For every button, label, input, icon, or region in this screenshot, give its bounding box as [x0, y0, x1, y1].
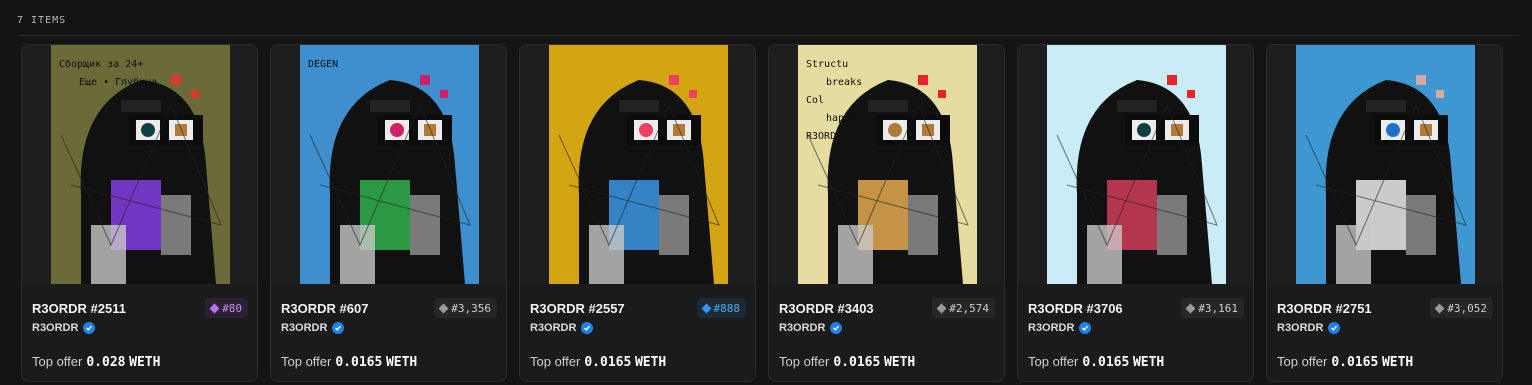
- top-offer-currency: WETH: [883, 355, 916, 370]
- diamond-icon: [1434, 303, 1445, 313]
- rarity-rank-value: #2,574: [949, 301, 989, 315]
- verified-check-icon: [1328, 322, 1341, 334]
- art-text: Еще • Глубина: [79, 76, 157, 88]
- rarity-rank-badge[interactable]: #2,574: [932, 298, 995, 318]
- top-offer-label: Top offer: [530, 354, 581, 369]
- nft-card[interactable]: Сборщик за 24+ Еще • Глубина R3ORDR #2511 #…: [21, 44, 258, 382]
- diamond-icon: [936, 303, 947, 313]
- top-offer-currency: WETH: [634, 355, 667, 370]
- collection-name: R3ORDR: [530, 322, 577, 334]
- rarity-rank-badge[interactable]: #80: [205, 298, 248, 318]
- verified-check-icon: [581, 322, 594, 334]
- nft-grid: Сборщик за 24+ Еще • Глубина R3ORDR #2511 #…: [21, 44, 1503, 382]
- nft-image[interactable]: [1267, 45, 1502, 284]
- rarity-rank-value: #3,052: [1447, 301, 1487, 315]
- art-text: Сборщик за 24+: [59, 58, 143, 70]
- collection-link[interactable]: R3ORDR: [1028, 322, 1092, 334]
- rarity-rank-badge[interactable]: #3,052: [1430, 298, 1493, 318]
- top-offer: Top offer 0.0165 WETH: [779, 354, 915, 370]
- rarity-rank-badge[interactable]: #3,161: [1181, 298, 1244, 318]
- nft-artwork: [1047, 45, 1226, 284]
- top-offer: Top offer 0.028 WETH: [32, 354, 160, 370]
- top-offer-label: Top offer: [1277, 354, 1328, 369]
- art-text: Col: [806, 95, 824, 106]
- top-offer-value: 0.0165: [584, 355, 632, 370]
- collection-name: R3ORDR: [1028, 322, 1075, 334]
- nft-name[interactable]: R3ORDR #3706: [1028, 301, 1123, 316]
- nft-card[interactable]: R3ORDR #2557 #888 R3ORDR Top offer 0.0165 WE…: [519, 44, 756, 382]
- top-offer-value: 0.0165: [1331, 355, 1379, 370]
- top-offer-value: 0.028: [86, 355, 126, 370]
- nft-artwork: [1296, 45, 1475, 284]
- top-offer-value: 0.0165: [833, 355, 881, 370]
- nft-name[interactable]: R3ORDR #2511: [32, 301, 126, 316]
- nft-artwork: Structu breaksColhappens. R3ORDR: [798, 45, 977, 284]
- art-text: happens.: [826, 113, 874, 124]
- top-offer-value: 0.0165: [335, 355, 383, 370]
- top-offer-currency: WETH: [1132, 355, 1165, 370]
- nft-name[interactable]: R3ORDR #607: [281, 301, 368, 316]
- diamond-icon: [1185, 303, 1196, 313]
- top-offer: Top offer 0.0165 WETH: [1028, 354, 1164, 370]
- verified-check-icon: [830, 322, 843, 334]
- top-offer-currency: WETH: [129, 355, 161, 370]
- nft-artwork: DEGEN: [300, 45, 479, 284]
- top-offer-label: Top offer: [779, 354, 830, 369]
- top-offer-value: 0.0165: [1082, 355, 1130, 370]
- top-offer: Top offer 0.0165 WETH: [530, 354, 666, 370]
- collection-name: R3ORDR: [32, 322, 79, 334]
- rarity-rank-badge[interactable]: #3,356: [434, 298, 497, 318]
- nft-card[interactable]: R3ORDR #2751 #3,052 R3ORDR Top offer 0.0165 …: [1266, 44, 1503, 382]
- top-offer-label: Top offer: [32, 354, 83, 369]
- divider: [17, 35, 1518, 36]
- nft-name[interactable]: R3ORDR #3403: [779, 301, 874, 316]
- art-text: breaks: [826, 77, 862, 88]
- collection-link[interactable]: R3ORDR: [1277, 322, 1341, 334]
- collection-name: R3ORDR: [281, 322, 328, 334]
- rarity-rank-badge[interactable]: #888: [696, 298, 746, 318]
- diamond-icon: [438, 303, 449, 313]
- items-count: 7 ITEMS: [17, 15, 67, 26]
- nft-card[interactable]: Structu breaks Col happens. R3ORDR R3ORDR #34…: [768, 44, 1005, 382]
- diamond-icon: [701, 303, 711, 313]
- nft-image[interactable]: [520, 45, 755, 284]
- top-offer-label: Top offer: [281, 354, 332, 369]
- collection-name: R3ORDR: [779, 322, 826, 334]
- rarity-rank-value: #888: [713, 301, 741, 315]
- rarity-rank-value: #80: [222, 301, 242, 315]
- top-offer: Top offer 0.0165 WETH: [1277, 354, 1413, 370]
- nft-artwork: [549, 45, 728, 284]
- diamond-icon: [209, 303, 220, 313]
- collection-link[interactable]: R3ORDR: [530, 322, 594, 334]
- nft-image[interactable]: [1018, 45, 1253, 284]
- nft-image[interactable]: Сборщик за 24+ Еще • Глубина: [22, 45, 257, 284]
- collection-link[interactable]: R3ORDR: [281, 322, 345, 334]
- nft-name[interactable]: R3ORDR #2557: [530, 301, 625, 316]
- collection-link[interactable]: R3ORDR: [779, 322, 843, 334]
- rarity-rank-value: #3,161: [1198, 301, 1238, 315]
- verified-check-icon: [332, 322, 345, 334]
- collection-link[interactable]: R3ORDR: [32, 322, 96, 334]
- nft-artwork: Сборщик за 24+ Еще • Глубина: [51, 45, 230, 284]
- top-offer-label: Top offer: [1028, 354, 1079, 369]
- art-text: DEGEN: [308, 59, 338, 70]
- top-offer-currency: WETH: [385, 355, 418, 370]
- nft-name[interactable]: R3ORDR #2751: [1277, 301, 1372, 316]
- nft-card[interactable]: DEGEN R3ORDR #607 #3,356 R3ORDR Top offer 0.0…: [270, 44, 507, 382]
- nft-image[interactable]: DEGEN: [271, 45, 506, 284]
- verified-check-icon: [1079, 322, 1092, 334]
- collection-name: R3ORDR: [1277, 322, 1324, 334]
- art-text: Structu: [806, 59, 848, 70]
- art-text: R3ORDR: [806, 131, 843, 142]
- top-offer: Top offer 0.0165 WETH: [281, 354, 417, 370]
- nft-image[interactable]: Structu breaks Col happens. R3ORDR: [769, 45, 1004, 284]
- verified-check-icon: [83, 322, 96, 334]
- top-offer-currency: WETH: [1381, 355, 1414, 370]
- rarity-rank-value: #3,356: [451, 301, 491, 315]
- nft-card[interactable]: R3ORDR #3706 #3,161 R3ORDR Top offer 0.0165 …: [1017, 44, 1254, 382]
